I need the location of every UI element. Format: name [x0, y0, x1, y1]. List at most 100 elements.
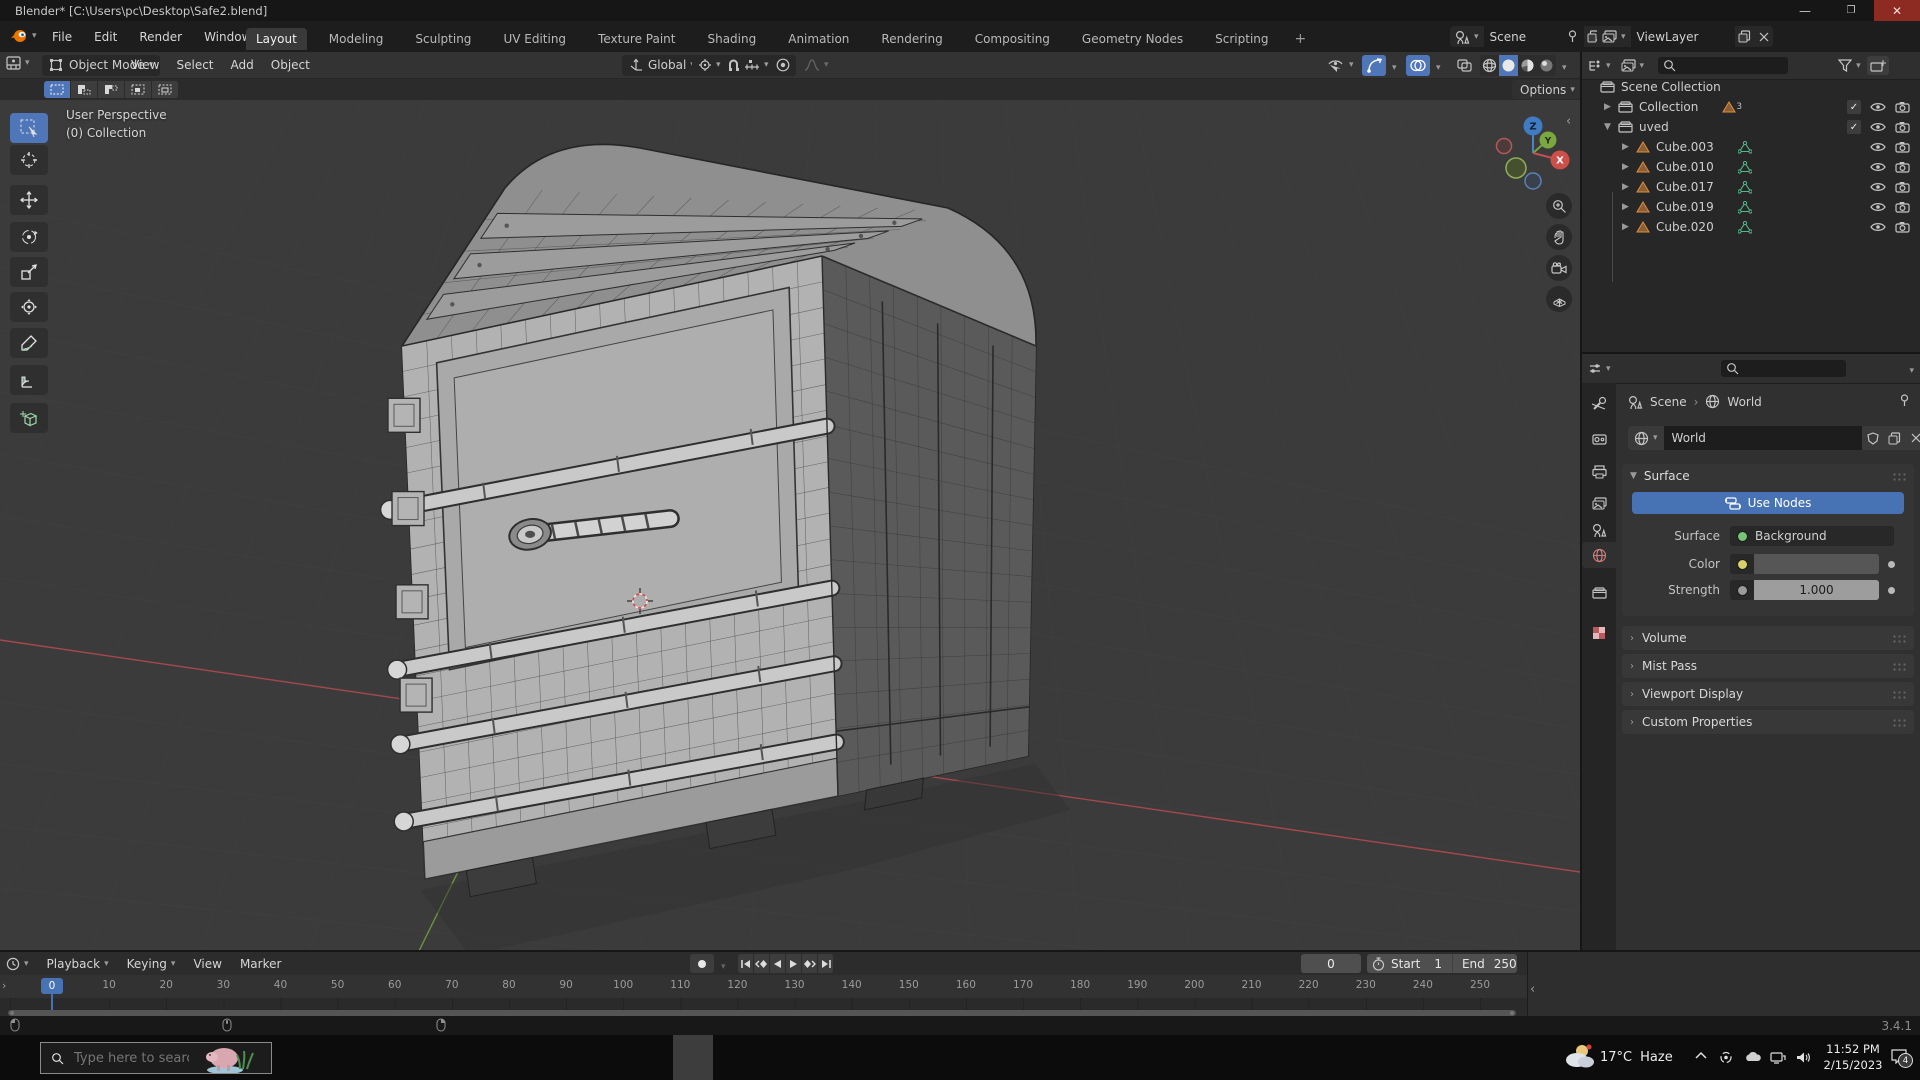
workspace-tab-animation[interactable]: Animation — [778, 28, 859, 50]
disable-in-renders-toggle[interactable] — [1895, 221, 1910, 233]
jump-to-end-button[interactable] — [818, 954, 834, 973]
properties-tab-view-layer[interactable] — [1582, 490, 1616, 516]
workspace-tab-scripting[interactable]: Scripting — [1205, 28, 1278, 50]
outliner-item-label[interactable]: Cube.003 — [1656, 140, 1714, 154]
display-mode-dropdown[interactable]: ▾ — [1621, 59, 1644, 72]
tray-volume-icon[interactable] — [1796, 1051, 1812, 1064]
nav-toggle-camera-button[interactable] — [1546, 255, 1572, 281]
world-name-field[interactable]: World — [1663, 426, 1862, 450]
disable-in-renders-toggle[interactable] — [1895, 101, 1910, 113]
browse-world-button[interactable]: ▾ — [1628, 426, 1664, 450]
viewport-menu-add[interactable]: Add — [231, 58, 254, 72]
keying-dropdown[interactable]: ▾ — [717, 958, 726, 972]
timeline-menu-view[interactable]: View — [193, 957, 221, 971]
tool-cursor[interactable] — [10, 145, 48, 175]
taskbar-search-box[interactable] — [40, 1042, 272, 1074]
scene-browse-button[interactable]: ▾ — [1450, 26, 1484, 47]
workspace-tab-rendering[interactable]: Rendering — [871, 28, 952, 50]
workspace-tab-layout[interactable]: Layout — [246, 27, 307, 50]
shading-material-button[interactable] — [1518, 54, 1537, 76]
panel-grip[interactable] — [1892, 717, 1906, 727]
color-socket-button[interactable] — [1730, 554, 1754, 574]
menu-render[interactable]: Render — [139, 30, 182, 44]
select-mode-subtract[interactable] — [98, 81, 125, 98]
tool-add-cube[interactable] — [10, 403, 48, 433]
outliner-row-cube-003[interactable]: ▶ Cube.003 — [1582, 137, 1920, 157]
proportional-falloff-dropdown[interactable]: ▾ — [800, 55, 833, 76]
outliner-item-label[interactable]: Collection — [1639, 100, 1698, 114]
disable-in-renders-toggle[interactable] — [1895, 121, 1910, 133]
expand-arrow[interactable]: ▶ — [1622, 202, 1634, 212]
hide-in-viewport-toggle[interactable] — [1870, 121, 1886, 133]
workspace-tab-modeling[interactable]: Modeling — [319, 28, 394, 50]
menu-file[interactable]: File — [52, 30, 72, 44]
properties-tab-world[interactable] — [1582, 542, 1616, 568]
new-collection-button[interactable] — [1866, 56, 1889, 75]
disable-in-renders-toggle[interactable] — [1895, 181, 1910, 193]
outliner-item-label[interactable]: Cube.019 — [1656, 200, 1714, 214]
timeline-menu-playback[interactable]: Playback ▾ — [47, 957, 109, 971]
expand-arrow[interactable]: ▶ — [1604, 102, 1616, 112]
outliner-item-label[interactable]: uved — [1639, 120, 1669, 134]
tray-onedrive-icon[interactable] — [1744, 1051, 1762, 1063]
tray-meet-now-icon[interactable] — [1718, 1051, 1734, 1064]
blender-logo-icon[interactable]: ▾ — [10, 28, 37, 43]
tool-transform[interactable] — [10, 292, 48, 322]
viewport-menu-select[interactable]: Select — [176, 58, 213, 72]
tool-annotate[interactable] — [10, 328, 48, 358]
proportional-editing-toggle[interactable] — [770, 54, 796, 76]
menu-edit[interactable]: Edit — [94, 30, 117, 44]
play-reverse-button[interactable] — [770, 954, 786, 973]
editor-type-button[interactable]: ▾ — [6, 56, 30, 70]
outliner-search-input[interactable] — [1680, 58, 1775, 73]
tool-select-box[interactable] — [10, 113, 48, 143]
gizmos-dropdown[interactable]: ▾ — [1388, 59, 1397, 73]
expand-arrow[interactable]: ▶ — [1622, 142, 1634, 152]
hide-in-viewport-toggle[interactable] — [1870, 221, 1886, 233]
checkbox-icon[interactable]: ✓ — [1847, 120, 1861, 134]
view-layer-name-field[interactable]: ViewLayer — [1630, 26, 1735, 47]
breadcrumb-world[interactable]: World — [1727, 395, 1761, 409]
select-mode-set[interactable] — [44, 81, 71, 98]
workspace-tab-compositing[interactable]: Compositing — [965, 28, 1060, 50]
panel-mist-pass[interactable]: › Mist Pass — [1622, 654, 1914, 678]
animate-color-dot[interactable] — [1888, 560, 1895, 568]
clock-widget[interactable]: 11:52 PM 2/15/2023 — [1822, 1041, 1884, 1073]
show-gizmos-toggle[interactable] — [1362, 54, 1386, 76]
auto-keying-button[interactable] — [690, 954, 714, 973]
fake-user-button[interactable] — [1861, 426, 1884, 450]
properties-search[interactable] — [1720, 360, 1846, 377]
workspace-tab-sculpting[interactable]: Sculpting — [405, 28, 481, 50]
tool-measure[interactable] — [10, 365, 48, 395]
workspace-tab-uv-editing[interactable]: UV Editing — [493, 28, 576, 50]
select-mode-extend[interactable] — [71, 81, 98, 98]
viewport-menu-view[interactable]: View — [131, 58, 159, 72]
jump-to-start-button[interactable] — [738, 954, 754, 973]
expand-arrow[interactable]: ▶ — [1622, 162, 1634, 172]
view-layer-browse-button[interactable]: ▾ — [1597, 26, 1631, 47]
viewport-menu-object[interactable]: Object — [271, 58, 310, 72]
current-frame-field[interactable]: 0 — [1301, 954, 1361, 973]
timeline-channel-area[interactable] — [0, 998, 1527, 1010]
expand-arrow[interactable]: ▼ — [1604, 122, 1616, 132]
previous-keyframe-button[interactable] — [754, 954, 770, 973]
taskbar-search-input[interactable] — [72, 1049, 191, 1067]
notification-center-button[interactable]: 4 — [1890, 1048, 1913, 1068]
tray-hidden-icons-chevron-icon[interactable] — [1694, 1051, 1708, 1061]
select-mode-invert[interactable] — [125, 81, 152, 98]
shading-dropdown[interactable]: ▾ — [1558, 59, 1567, 73]
animate-strength-dot[interactable] — [1888, 586, 1895, 594]
outliner-row-cube-010[interactable]: ▶ Cube.010 — [1582, 157, 1920, 177]
weather-widget[interactable]: 17°C Haze — [1562, 1041, 1673, 1073]
show-overlays-toggle[interactable] — [1406, 54, 1430, 76]
outliner-row-collection[interactable]: ▶ Collection 3 ✓ — [1582, 97, 1920, 117]
view-layer-copy-button[interactable] — [1734, 26, 1755, 47]
surface-panel-header[interactable]: ▼ Surface — [1622, 464, 1914, 488]
region-collapse-arrow[interactable]: ‹ — [1530, 982, 1535, 997]
hide-in-viewport-toggle[interactable] — [1870, 201, 1886, 213]
properties-tab-tool[interactable] — [1582, 390, 1616, 416]
scene-name-field[interactable]: Scene — [1483, 26, 1584, 47]
use-nodes-button[interactable]: Use Nodes — [1632, 492, 1904, 514]
nav-pan-button[interactable] — [1546, 224, 1572, 250]
workspace-tab-texture-paint[interactable]: Texture Paint — [588, 28, 685, 50]
